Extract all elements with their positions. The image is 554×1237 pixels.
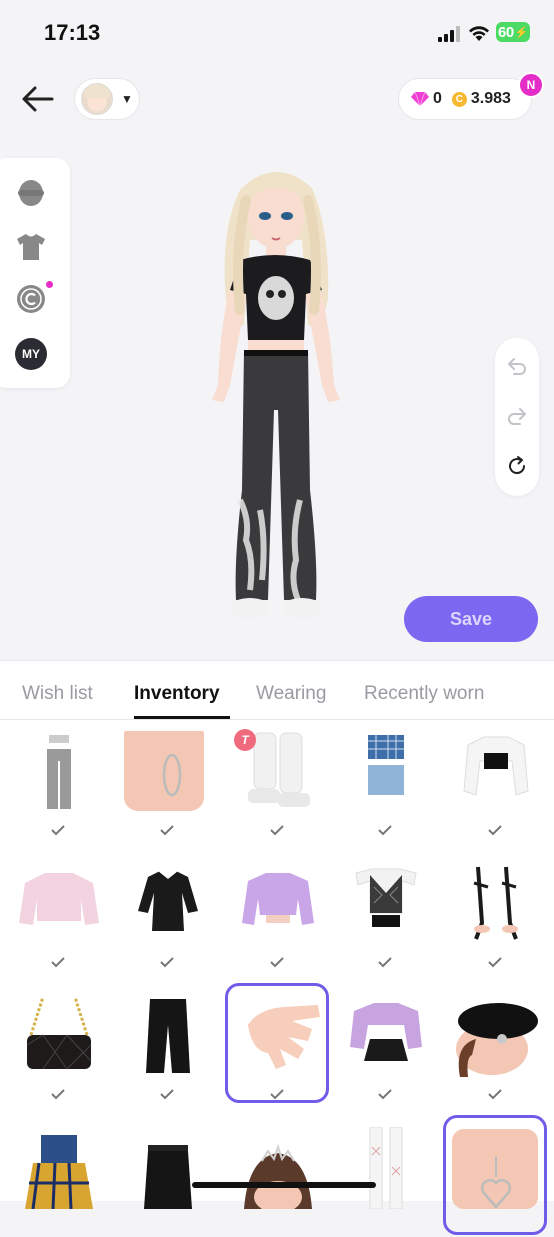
redo-icon[interactable] bbox=[505, 404, 529, 428]
lilac-jacket-skirt-thumbnail bbox=[350, 1003, 422, 1061]
check-icon bbox=[488, 825, 502, 836]
check-icon bbox=[378, 825, 392, 836]
lilac-cardigan-thumbnail bbox=[242, 873, 314, 925]
category-brand[interactable] bbox=[14, 282, 48, 316]
check-icon bbox=[51, 825, 65, 836]
coin-icon: C bbox=[451, 91, 467, 107]
item-argyle-vest[interactable] bbox=[336, 851, 436, 973]
item-lilac-cardigan[interactable] bbox=[228, 851, 328, 973]
silver-hoop-earring-thumbnail bbox=[124, 731, 204, 811]
reset-icon[interactable] bbox=[505, 454, 529, 478]
head-icon bbox=[18, 180, 44, 206]
item-grid: T bbox=[0, 719, 554, 1235]
check-icon bbox=[378, 1089, 392, 1100]
black-leather-skirt-thumbnail bbox=[144, 1145, 192, 1209]
diamond-icon bbox=[411, 92, 429, 106]
plaid-corset-dress-thumbnail bbox=[25, 1135, 93, 1209]
tab-wish-list[interactable]: Wish list bbox=[22, 683, 93, 705]
charging-bolt-icon: ⚡ bbox=[514, 26, 529, 39]
tab-inventory[interactable]: Inventory bbox=[134, 683, 220, 705]
avatar-thumbnail bbox=[81, 83, 113, 115]
black-collar-dress-thumbnail bbox=[138, 871, 198, 931]
black-wide-pants-thumbnail bbox=[146, 999, 190, 1073]
item-white-platform-boots[interactable]: T bbox=[228, 719, 328, 841]
check-icon bbox=[270, 1089, 284, 1100]
item-silver-hoop-earring[interactable] bbox=[118, 719, 218, 841]
new-badge: N bbox=[518, 72, 544, 98]
item-pink-sweatshirt[interactable] bbox=[9, 851, 109, 973]
notification-dot bbox=[46, 281, 53, 288]
denim-plaid-set-thumbnail bbox=[368, 735, 404, 795]
black-strappy-heels-thumbnail bbox=[473, 866, 518, 940]
brand-badge: T bbox=[234, 729, 256, 751]
item-tiara-hair[interactable] bbox=[228, 1115, 328, 1237]
tab-bar: Wish list Inventory Wearing Recently wor… bbox=[0, 661, 554, 720]
item-lilac-jacket-skirt[interactable] bbox=[336, 983, 436, 1105]
pink-sweatshirt-thumbnail bbox=[19, 873, 99, 929]
tab-wearing[interactable]: Wearing bbox=[256, 683, 326, 705]
quilted-chain-bag-thumbnail bbox=[26, 996, 92, 1070]
check-icon bbox=[160, 1089, 174, 1100]
wifi-icon bbox=[469, 26, 489, 41]
check-icon bbox=[160, 957, 174, 968]
cellular-signal-icon bbox=[438, 26, 460, 42]
nude-nails-thumbnail bbox=[248, 1005, 320, 1069]
history-panel bbox=[495, 338, 539, 496]
back-arrow-icon[interactable] bbox=[18, 82, 58, 116]
check-icon bbox=[488, 1089, 502, 1100]
inventory-sheet: Wish list Inventory Wearing Recently wor… bbox=[0, 660, 554, 1235]
chevron-down-icon: ▼ bbox=[121, 92, 133, 106]
white-jacket-crop-top-thumbnail bbox=[463, 736, 529, 796]
argyle-vest-thumbnail bbox=[355, 868, 417, 927]
check-icon bbox=[51, 957, 65, 968]
category-clothing[interactable] bbox=[14, 230, 48, 264]
my-icon: MY bbox=[22, 347, 40, 361]
item-white-jacket-crop-top[interactable] bbox=[446, 719, 546, 841]
item-heart-earring[interactable] bbox=[443, 1115, 547, 1237]
tab-recently-worn[interactable]: Recently worn bbox=[364, 683, 484, 705]
coin-count: 3.983 bbox=[470, 90, 511, 107]
item-black-wide-pants[interactable] bbox=[118, 983, 218, 1105]
status-bar: 17:13 60 ⚡ bbox=[0, 0, 554, 64]
copyright-icon bbox=[17, 285, 45, 313]
shirt-icon bbox=[17, 234, 45, 260]
save-button[interactable]: Save bbox=[404, 596, 538, 642]
item-denim-plaid-set[interactable] bbox=[336, 719, 436, 841]
item-gray-jeans-outfit[interactable] bbox=[9, 719, 109, 841]
check-icon bbox=[270, 957, 284, 968]
status-time: 17:13 bbox=[44, 20, 101, 45]
gem-count: 0 bbox=[433, 90, 442, 107]
item-black-strappy-heels[interactable] bbox=[446, 851, 546, 973]
item-plaid-corset-dress[interactable] bbox=[9, 1115, 109, 1237]
item-black-beret[interactable] bbox=[446, 983, 546, 1105]
item-black-collar-dress[interactable] bbox=[118, 851, 218, 973]
gray-jeans-outfit-thumbnail bbox=[47, 735, 71, 809]
check-icon bbox=[160, 825, 174, 836]
item-white-lace-boots[interactable] bbox=[336, 1115, 436, 1237]
avatar-preview[interactable] bbox=[190, 160, 360, 630]
undo-icon[interactable] bbox=[505, 354, 529, 378]
category-panel: MY bbox=[0, 158, 70, 388]
heart-earring-thumbnail bbox=[452, 1129, 538, 1209]
item-quilted-chain-bag[interactable] bbox=[9, 983, 109, 1105]
item-black-leather-skirt[interactable] bbox=[118, 1115, 218, 1237]
check-icon bbox=[51, 1089, 65, 1100]
white-lace-boots-thumbnail bbox=[369, 1127, 403, 1209]
item-nude-nails[interactable] bbox=[225, 983, 329, 1105]
avatar-switcher[interactable]: ▼ bbox=[74, 78, 140, 120]
black-beret-thumbnail bbox=[456, 1003, 538, 1077]
category-head[interactable] bbox=[14, 176, 48, 210]
check-icon bbox=[488, 957, 502, 968]
tiara-hair-thumbnail bbox=[244, 1143, 312, 1209]
check-icon bbox=[378, 957, 392, 968]
battery-level: 60 bbox=[498, 23, 514, 41]
home-indicator bbox=[192, 1182, 376, 1188]
currency-balance[interactable]: 0 C 3.983 bbox=[398, 78, 532, 120]
battery-indicator: 60 ⚡ bbox=[496, 22, 530, 42]
category-my[interactable]: MY bbox=[15, 338, 47, 370]
check-icon bbox=[270, 825, 284, 836]
